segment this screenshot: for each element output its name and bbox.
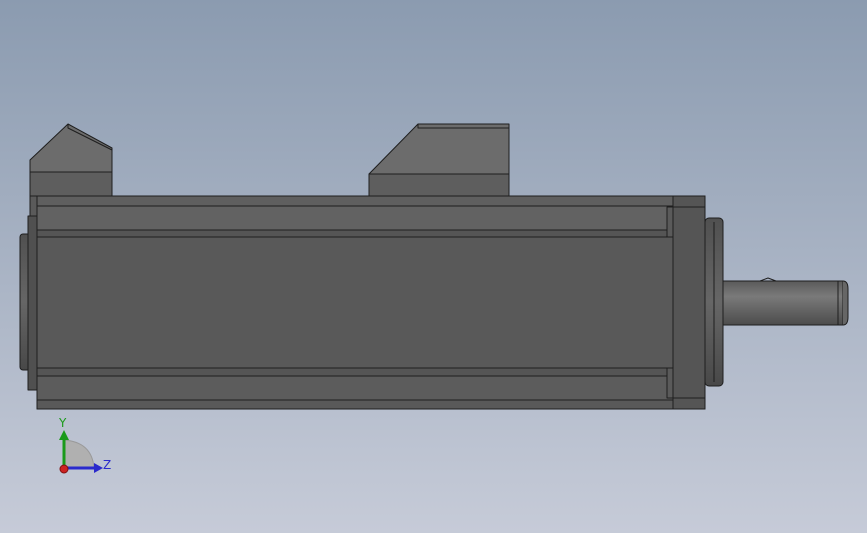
- front-flange: [704, 217, 724, 387]
- output-shaft: [722, 277, 849, 326]
- cad-viewport[interactable]: Y Z: [0, 0, 867, 533]
- rear-end-cap: [19, 215, 39, 391]
- motor-housing: [36, 195, 706, 410]
- y-axis-label: Y: [58, 416, 67, 430]
- x-axis-point-icon: [59, 464, 69, 474]
- z-axis-label: Z: [103, 458, 111, 472]
